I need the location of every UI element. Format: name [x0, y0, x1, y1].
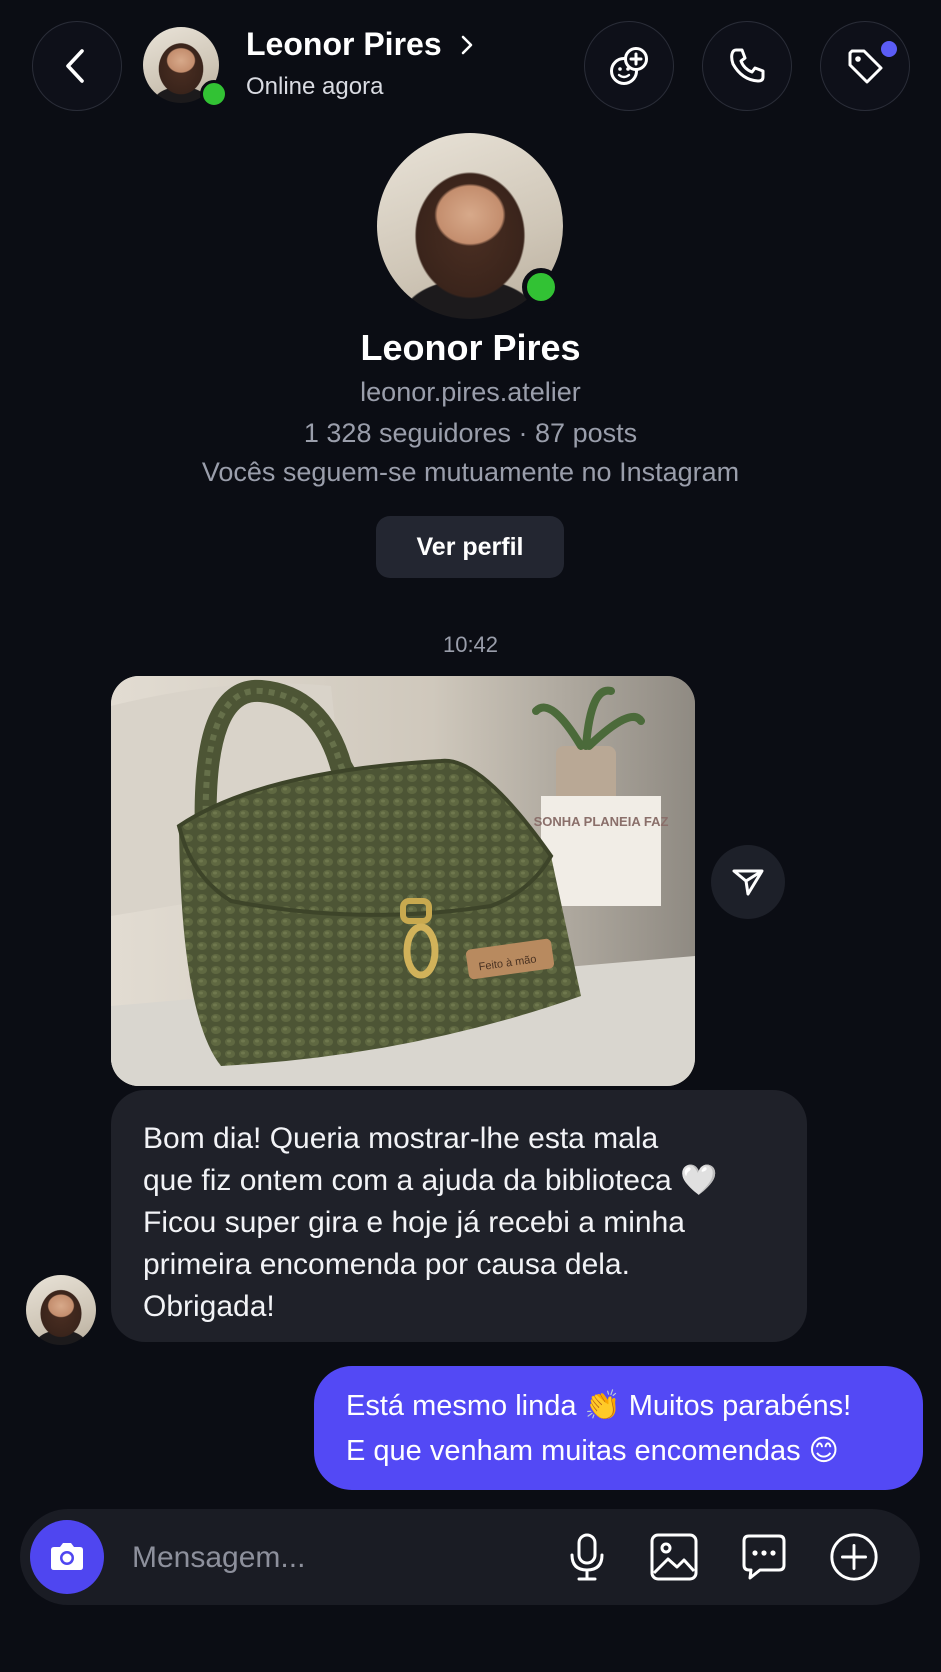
sticker-add-icon — [610, 47, 648, 85]
quick-replies-button[interactable] — [738, 1531, 790, 1583]
incoming-message-line: Ficou super gira e hoje já recebi a minh… — [143, 1206, 685, 1239]
header-online-indicator — [200, 80, 228, 108]
phone-icon — [730, 48, 765, 83]
outgoing-message-line: Está mesmo linda 👏 Muitos parabéns! — [346, 1390, 852, 1422]
voice-message-button[interactable] — [561, 1531, 613, 1583]
chevron-right-icon — [461, 35, 472, 54]
incoming-message-bubble[interactable]: Bom dia! Queria mostrar-lhe esta mala qu… — [111, 1090, 807, 1342]
back-button[interactable] — [32, 21, 122, 111]
microphone-icon — [570, 1533, 604, 1581]
chat-bubble-icon — [742, 1534, 786, 1580]
profile-name: Leonor Pires — [360, 327, 581, 368]
profile-mutual-note: Vocês seguem-se mutuamente no Instagram — [201, 457, 740, 487]
back-icon — [66, 49, 84, 83]
message-input[interactable] — [130, 1531, 554, 1585]
forward-photo-button[interactable] — [711, 845, 785, 919]
tag-button[interactable] — [820, 21, 910, 111]
sender-avatar[interactable] — [26, 1275, 96, 1345]
header-status: Online agora — [246, 73, 384, 100]
header-contact[interactable]: Leonor Pires — [246, 26, 480, 63]
camera-button[interactable] — [30, 1520, 104, 1594]
gallery-button[interactable] — [648, 1531, 700, 1583]
send-icon — [732, 869, 764, 896]
incoming-message-line: que fiz ontem com a ajuda da biblioteca … — [143, 1164, 718, 1197]
profile-username: leonor.pires.atelier — [360, 377, 581, 407]
plus-circle-icon — [830, 1533, 878, 1581]
sticker-add-button[interactable] — [584, 21, 674, 111]
profile-online-indicator — [522, 268, 560, 306]
view-profile-button[interactable]: Ver perfil — [376, 516, 564, 578]
shared-photo-message[interactable]: SONHA PLANEIA FAZ Feito à mão — [111, 676, 695, 1086]
incoming-message-line: Obrigada! — [143, 1290, 275, 1323]
more-options-button[interactable] — [828, 1531, 880, 1583]
incoming-message-line: Bom dia! Queria mostrar-lhe esta mala — [143, 1122, 659, 1155]
call-button[interactable] — [702, 21, 792, 111]
profile-stats: 1 328 seguidores · 87 posts — [303, 418, 638, 448]
crochet-bag-photo: SONHA PLANEIA FAZ Feito à mão — [111, 676, 695, 1086]
incoming-message-line: primeira encomenda por causa dela. — [143, 1248, 630, 1281]
message-timestamp: 10:42 — [442, 632, 499, 657]
sign-text: SONHA PLANEIA FAZ — [534, 814, 669, 829]
outgoing-message-line: E que venham muitas encomendas 😊 — [346, 1435, 839, 1467]
outgoing-message-bubble[interactable]: Está mesmo linda 👏 Muitos parabéns! E qu… — [314, 1366, 923, 1490]
message-composer — [20, 1509, 920, 1605]
image-icon — [650, 1533, 698, 1581]
header-contact-name: Leonor Pires — [246, 26, 442, 62]
camera-icon — [51, 1543, 83, 1570]
notification-dot — [881, 41, 897, 57]
